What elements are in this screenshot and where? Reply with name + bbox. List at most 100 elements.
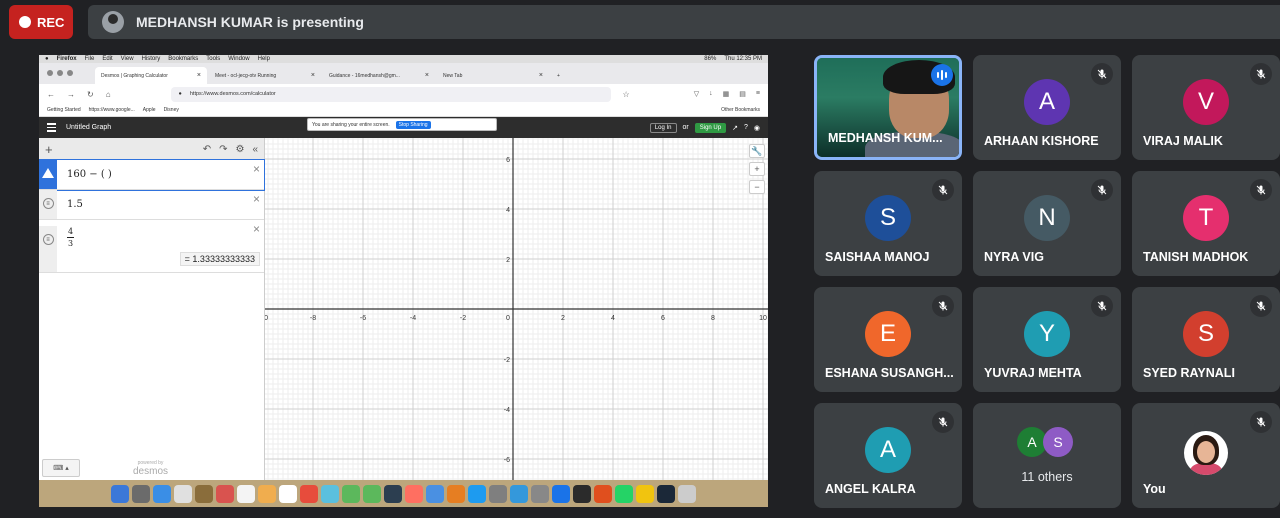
expression-row[interactable]: ≡ 4 3 × = 1.33333333333: [39, 220, 264, 273]
graph-canvas[interactable]: -10 -8 -6 -4 -2 0 2 4 6 8 10 6 4 2 -2 -4 -6: [265, 138, 768, 480]
expression-value[interactable]: 160 − ( ): [57, 169, 112, 180]
login-button[interactable]: Log In: [649, 122, 677, 133]
hidden-toggle-icon[interactable]: ≡: [42, 234, 54, 245]
tab-new[interactable]: New Tab ×: [437, 67, 549, 84]
participant-tile[interactable]: Y YUVRAJ MEHTA: [973, 287, 1121, 392]
menu-firefox[interactable]: Firefox: [57, 56, 77, 62]
dock-app-icon[interactable]: [594, 484, 612, 503]
delete-expression-icon[interactable]: ×: [253, 162, 260, 176]
participant-tile[interactable]: A ANGEL KALRA: [814, 403, 962, 508]
menu-file[interactable]: File: [85, 56, 95, 62]
back-icon[interactable]: ←: [47, 90, 55, 99]
dock-app-icon[interactable]: [111, 484, 129, 503]
download-icon[interactable]: ↓: [709, 90, 713, 98]
close-tab-icon[interactable]: ×: [197, 72, 201, 79]
menu-view[interactable]: View: [121, 56, 134, 62]
close-tab-icon[interactable]: ×: [539, 72, 543, 79]
tab-meet[interactable]: Meet - ocl-jecg-otv Running ×: [209, 67, 321, 84]
dock-app-icon[interactable]: [342, 484, 360, 503]
dock-app-icon[interactable]: [447, 484, 465, 503]
tab-guidance[interactable]: Guidance - 16medhansh@gm... ×: [323, 67, 435, 84]
zoom-out-icon[interactable]: −: [749, 180, 765, 194]
dock-app-icon[interactable]: [615, 484, 633, 503]
redo-icon[interactable]: ↷: [219, 144, 227, 155]
expression-row[interactable]: 160 − ( ) ×: [39, 159, 265, 191]
collapse-panel-icon[interactable]: «: [252, 144, 258, 155]
settings-icon[interactable]: ⚙: [235, 144, 244, 155]
hidden-toggle-icon[interactable]: ≡: [42, 198, 54, 209]
close-tab-icon[interactable]: ×: [425, 72, 429, 79]
dock-app-icon[interactable]: [531, 484, 549, 503]
menu-tools[interactable]: Tools: [206, 56, 220, 62]
zoom-in-icon[interactable]: +: [749, 162, 765, 176]
dock-app-icon[interactable]: [216, 484, 234, 503]
dock-app-icon[interactable]: [636, 484, 654, 503]
dock-app-icon[interactable]: [573, 484, 591, 503]
menu-history[interactable]: History: [142, 56, 161, 62]
forward-icon[interactable]: →: [67, 90, 75, 99]
dock-app-icon[interactable]: [552, 484, 570, 503]
url-field[interactable]: ● https://www.desmos.com/calculator: [170, 86, 611, 102]
home-icon[interactable]: ⌂: [106, 90, 111, 99]
menu-edit[interactable]: Edit: [102, 56, 112, 62]
participant-tile-others[interactable]: A S 11 others: [973, 403, 1121, 508]
sidebar-icon[interactable]: ▤: [739, 90, 746, 98]
dock-app-icon[interactable]: [489, 484, 507, 503]
library-icon[interactable]: ▦: [723, 90, 730, 98]
expression-row[interactable]: ≡ 1.5 ×: [39, 190, 264, 220]
dock-app-icon[interactable]: [384, 484, 402, 503]
stop-sharing-button[interactable]: Stop Sharing: [395, 120, 431, 129]
other-bookmarks[interactable]: Other Bookmarks: [721, 107, 760, 113]
dock-app-icon[interactable]: [321, 484, 339, 503]
participant-tile[interactable]: V VIRAJ MALIK: [1132, 55, 1280, 160]
dock-app-icon[interactable]: [468, 484, 486, 503]
keyboard-toggle-button[interactable]: ⌨ ▴: [42, 459, 80, 477]
bookmark-getting-started[interactable]: Getting Started: [47, 107, 81, 113]
signup-button[interactable]: Sign Up: [694, 122, 727, 133]
delete-expression-icon[interactable]: ×: [253, 192, 260, 206]
delete-expression-icon[interactable]: ×: [253, 222, 260, 236]
expression-fraction[interactable]: 4 3: [57, 226, 74, 248]
participant-tile[interactable]: S SYED RAYNALI: [1132, 287, 1280, 392]
menu-help[interactable]: Help: [258, 56, 270, 62]
dock-app-icon[interactable]: [237, 484, 255, 503]
dock-app-icon[interactable]: [300, 484, 318, 503]
participant-tile[interactable]: S SAISHAA MANOJ: [814, 171, 962, 276]
menu-window[interactable]: Window: [228, 56, 249, 62]
globe-icon[interactable]: ◉: [754, 124, 760, 132]
zoom-window-icon[interactable]: [67, 70, 73, 76]
participant-tile-self[interactable]: You: [1132, 403, 1280, 508]
help-icon[interactable]: ?: [744, 124, 748, 131]
dock-app-icon[interactable]: [258, 484, 276, 503]
dock-app-icon[interactable]: [195, 484, 213, 503]
menu-bookmarks[interactable]: Bookmarks: [168, 56, 198, 62]
participant-tile[interactable]: T TANISH MADHOK: [1132, 171, 1280, 276]
graph-paper[interactable]: -10 -8 -6 -4 -2 0 2 4 6 8 10 6 4 2 -2 -4 -6 🔧 + −: [265, 138, 768, 480]
close-window-icon[interactable]: [47, 70, 53, 76]
dock-app-icon[interactable]: [132, 484, 150, 503]
hamburger-menu-icon[interactable]: [47, 123, 56, 132]
expression-value[interactable]: 1.5: [57, 199, 83, 210]
graph-title[interactable]: Untitled Graph: [66, 124, 111, 131]
close-tab-icon[interactable]: ×: [311, 72, 315, 79]
recording-badge[interactable]: REC: [9, 5, 73, 39]
dock-app-icon[interactable]: [279, 484, 297, 503]
bookmark-apple[interactable]: Apple: [143, 107, 156, 113]
tab-desmos[interactable]: Desmos | Graphing Calculator ×: [95, 67, 207, 84]
wrench-icon[interactable]: 🔧: [749, 144, 765, 158]
participant-tile-video[interactable]: MEDHANSH KUM...: [814, 55, 962, 160]
bookmark-star-icon[interactable]: ☆: [623, 90, 630, 99]
dock-app-icon[interactable]: [363, 484, 381, 503]
bookmark-google[interactable]: https://www.google...: [89, 107, 135, 113]
add-expression-icon[interactable]: +: [45, 142, 53, 157]
participant-tile[interactable]: E ESHANA SUSANGH...: [814, 287, 962, 392]
dock-app-icon[interactable]: [657, 484, 675, 503]
dock-app-icon[interactable]: [153, 484, 171, 503]
dock-app-icon[interactable]: [174, 484, 192, 503]
dock-app-icon[interactable]: [510, 484, 528, 503]
dock-app-icon[interactable]: [405, 484, 423, 503]
bookmark-disney[interactable]: Disney: [164, 107, 179, 113]
participant-tile[interactable]: N NYRA VIG: [973, 171, 1121, 276]
undo-icon[interactable]: ↶: [203, 144, 211, 155]
share-icon[interactable]: ↗: [732, 124, 738, 132]
